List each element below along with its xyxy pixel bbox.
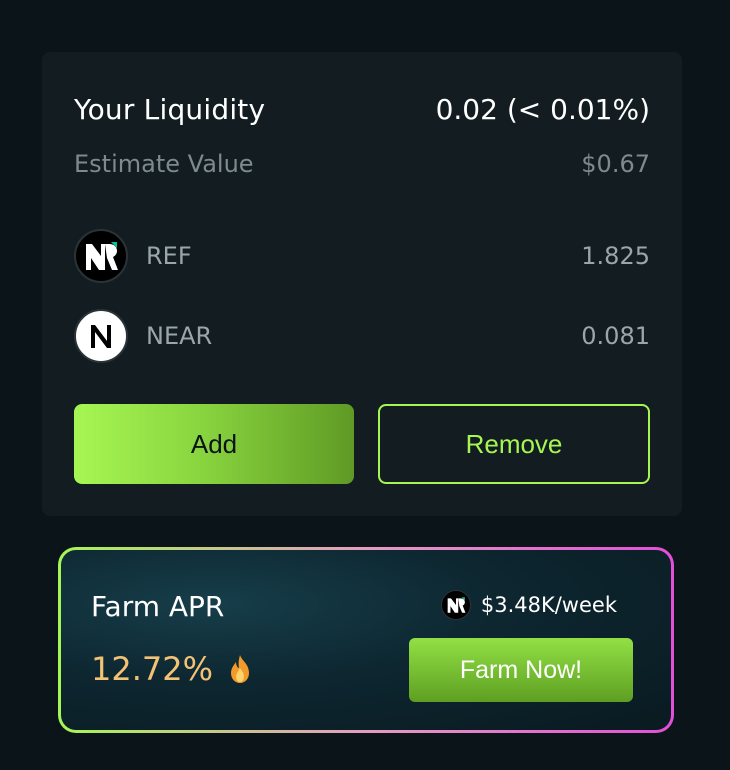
liquidity-actions: Add Remove [74,404,650,484]
token-row-ref: REF 1.825 [74,228,650,284]
add-liquidity-button[interactable]: Add [74,404,354,484]
near-token-icon [74,309,128,363]
liquidity-value: 0.02 (< 0.01%) [435,92,650,126]
remove-liquidity-button[interactable]: Remove [378,404,650,484]
farm-reward-text: $3.48K/week [480,593,617,617]
ref-token-icon [440,590,471,620]
farm-card: Farm APR 12.72% $3.48K/week Farm Now! [61,550,671,730]
liquidity-title: Your Liquidity [74,92,266,126]
farm-apr-value: 12.72% [91,650,214,688]
token-info: REF [74,229,192,283]
estimate-value: $0.67 [581,150,650,178]
token-symbol: NEAR [146,322,213,350]
estimate-row: Estimate Value $0.67 [74,148,650,180]
token-amount: 0.081 [581,322,650,350]
token-symbol: REF [146,242,192,270]
page: Your Liquidity 0.02 (< 0.01%) Estimate V… [0,0,730,770]
farm-apr-row: 12.72% [91,650,253,688]
estimate-label: Estimate Value [74,150,254,178]
farm-reward: $3.48K/week [440,590,617,620]
fire-icon [227,654,253,684]
token-info: NEAR [74,309,212,363]
farm-apr-label: Farm APR [91,590,225,623]
ref-token-icon [74,229,128,283]
farm-now-button[interactable]: Farm Now! [409,638,633,702]
token-row-near: NEAR 0.081 [74,308,650,364]
farm-card-border: Farm APR 12.72% $3.48K/week Farm Now! [58,547,674,733]
liquidity-header: Your Liquidity 0.02 (< 0.01%) [74,90,650,128]
token-amount: 1.825 [581,242,650,270]
liquidity-card: Your Liquidity 0.02 (< 0.01%) Estimate V… [42,52,682,516]
